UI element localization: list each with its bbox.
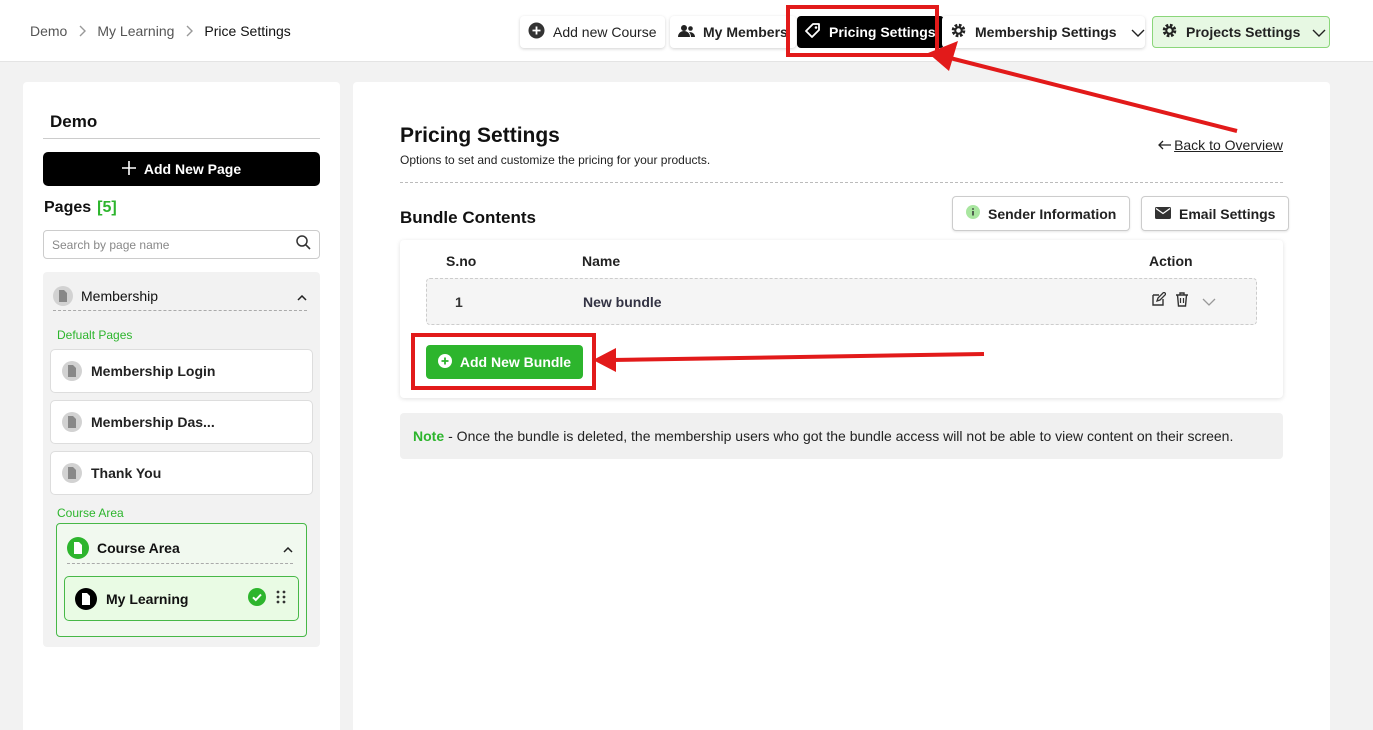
- page-subtitle: Options to set and customize the pricing…: [400, 153, 711, 167]
- default-pages-label: Defualt Pages: [57, 328, 133, 342]
- search-icon[interactable]: [296, 234, 311, 255]
- note-banner: Note - Once the bundle is deleted, the m…: [400, 413, 1283, 459]
- breadcrumb-demo[interactable]: Demo: [30, 23, 67, 39]
- document-icon: [67, 536, 89, 559]
- document-icon: [62, 463, 82, 483]
- page-tree: Membership Defualt Pages Membership Logi…: [43, 272, 320, 647]
- course-area-group: Course Area My Learning: [56, 523, 307, 637]
- document-icon: [62, 361, 82, 381]
- course-area-label: Course Area: [57, 506, 124, 520]
- breadcrumb-price-settings: Price Settings: [204, 23, 291, 39]
- row-sno: 1: [455, 294, 463, 310]
- chevron-down-icon: [1312, 24, 1326, 40]
- highlight-box-add-bundle: [411, 333, 596, 390]
- row-name: New bundle: [583, 294, 662, 310]
- page-item-label: My Learning: [106, 590, 189, 607]
- column-header-action: Action: [1149, 253, 1193, 269]
- page-item-membership-login[interactable]: Membership Login: [50, 349, 313, 393]
- breadcrumb: Demo My Learning Price Settings: [30, 23, 291, 39]
- gear-icon: [950, 22, 967, 42]
- add-new-page-button[interactable]: Add New Page: [43, 152, 320, 186]
- divider: [400, 182, 1283, 183]
- edit-icon[interactable]: [1151, 291, 1167, 310]
- breadcrumb-my-learning[interactable]: My Learning: [97, 23, 174, 39]
- column-header-name: Name: [582, 253, 621, 269]
- my-members-label: My Members: [703, 24, 788, 40]
- divider: [43, 138, 320, 139]
- document-icon: [53, 286, 73, 306]
- plus-circle-icon: [528, 22, 545, 42]
- trash-icon[interactable]: [1175, 292, 1189, 310]
- envelope-icon: [1155, 206, 1171, 222]
- arrow-left-icon: [1158, 137, 1172, 153]
- pages-label: Pages: [44, 199, 92, 216]
- page-title: Pricing Settings: [400, 124, 560, 147]
- highlight-box-pricing: [786, 5, 939, 57]
- add-course-button[interactable]: Add new Course: [520, 16, 665, 48]
- membership-settings-dropdown[interactable]: Membership Settings: [942, 16, 1145, 48]
- check-circle-icon: [248, 588, 266, 609]
- chevron-right-icon: [174, 25, 204, 37]
- membership-group-header[interactable]: Membership: [53, 282, 307, 311]
- top-bar: Demo My Learning Price Settings Add new …: [0, 0, 1373, 62]
- page-item-my-learning[interactable]: My Learning: [64, 576, 299, 621]
- page-item-label: Membership Das...: [91, 414, 215, 430]
- membership-settings-label: Membership Settings: [975, 24, 1117, 40]
- document-icon: [75, 587, 97, 610]
- column-header-sno: S.no: [446, 253, 477, 269]
- add-course-label: Add new Course: [553, 24, 657, 40]
- plus-icon: [121, 160, 136, 178]
- course-area-group-header[interactable]: Course Area: [67, 532, 293, 564]
- page-item-thank-you[interactable]: Thank You: [50, 451, 313, 495]
- membership-group-label: Membership: [81, 288, 159, 304]
- projects-settings-label: Projects Settings: [1186, 24, 1301, 40]
- drag-handle-icon[interactable]: [276, 590, 286, 607]
- table-row[interactable]: 1 New bundle: [426, 278, 1257, 325]
- page-search-input[interactable]: [52, 237, 296, 252]
- chevron-up-icon[interactable]: [297, 288, 307, 304]
- projects-settings-dropdown[interactable]: Projects Settings: [1152, 16, 1330, 48]
- pages-count: [5]: [97, 199, 117, 216]
- sender-information-button[interactable]: Sender Information: [952, 196, 1131, 231]
- email-settings-label: Email Settings: [1179, 205, 1276, 222]
- gear-icon: [1161, 22, 1178, 42]
- bundle-contents-heading: Bundle Contents: [400, 208, 536, 227]
- page-item-label: Thank You: [91, 465, 162, 481]
- back-to-overview-label: Back to Overview: [1174, 137, 1283, 153]
- email-settings-button[interactable]: Email Settings: [1141, 196, 1290, 231]
- note-label: Note: [413, 428, 445, 444]
- page-search-box[interactable]: [43, 230, 320, 259]
- my-members-button[interactable]: My Members: [670, 16, 796, 48]
- note-text: - Once the bundle is deleted, the member…: [448, 428, 1234, 444]
- sidebar: Demo Add New Page Pages [5] Membership De…: [23, 82, 340, 730]
- page-item-membership-dashboard[interactable]: Membership Das...: [50, 400, 313, 444]
- chevron-down-icon[interactable]: [1202, 293, 1216, 309]
- add-new-page-label: Add New Page: [143, 161, 242, 177]
- chevron-up-icon[interactable]: [283, 540, 293, 556]
- chevron-down-icon: [1131, 24, 1145, 40]
- main-panel: Pricing Settings Options to set and cust…: [353, 82, 1330, 730]
- document-icon: [62, 412, 82, 432]
- chevron-right-icon: [67, 25, 97, 37]
- pages-heading: Pages [5]: [44, 199, 117, 217]
- sidebar-title: Demo: [50, 112, 98, 131]
- users-icon: [678, 24, 695, 41]
- page-item-label: Membership Login: [91, 363, 216, 379]
- back-to-overview-link[interactable]: Back to Overview: [1158, 137, 1283, 153]
- course-area-group-label: Course Area: [97, 539, 180, 556]
- sender-information-label: Sender Information: [988, 205, 1117, 222]
- info-icon: [966, 205, 980, 222]
